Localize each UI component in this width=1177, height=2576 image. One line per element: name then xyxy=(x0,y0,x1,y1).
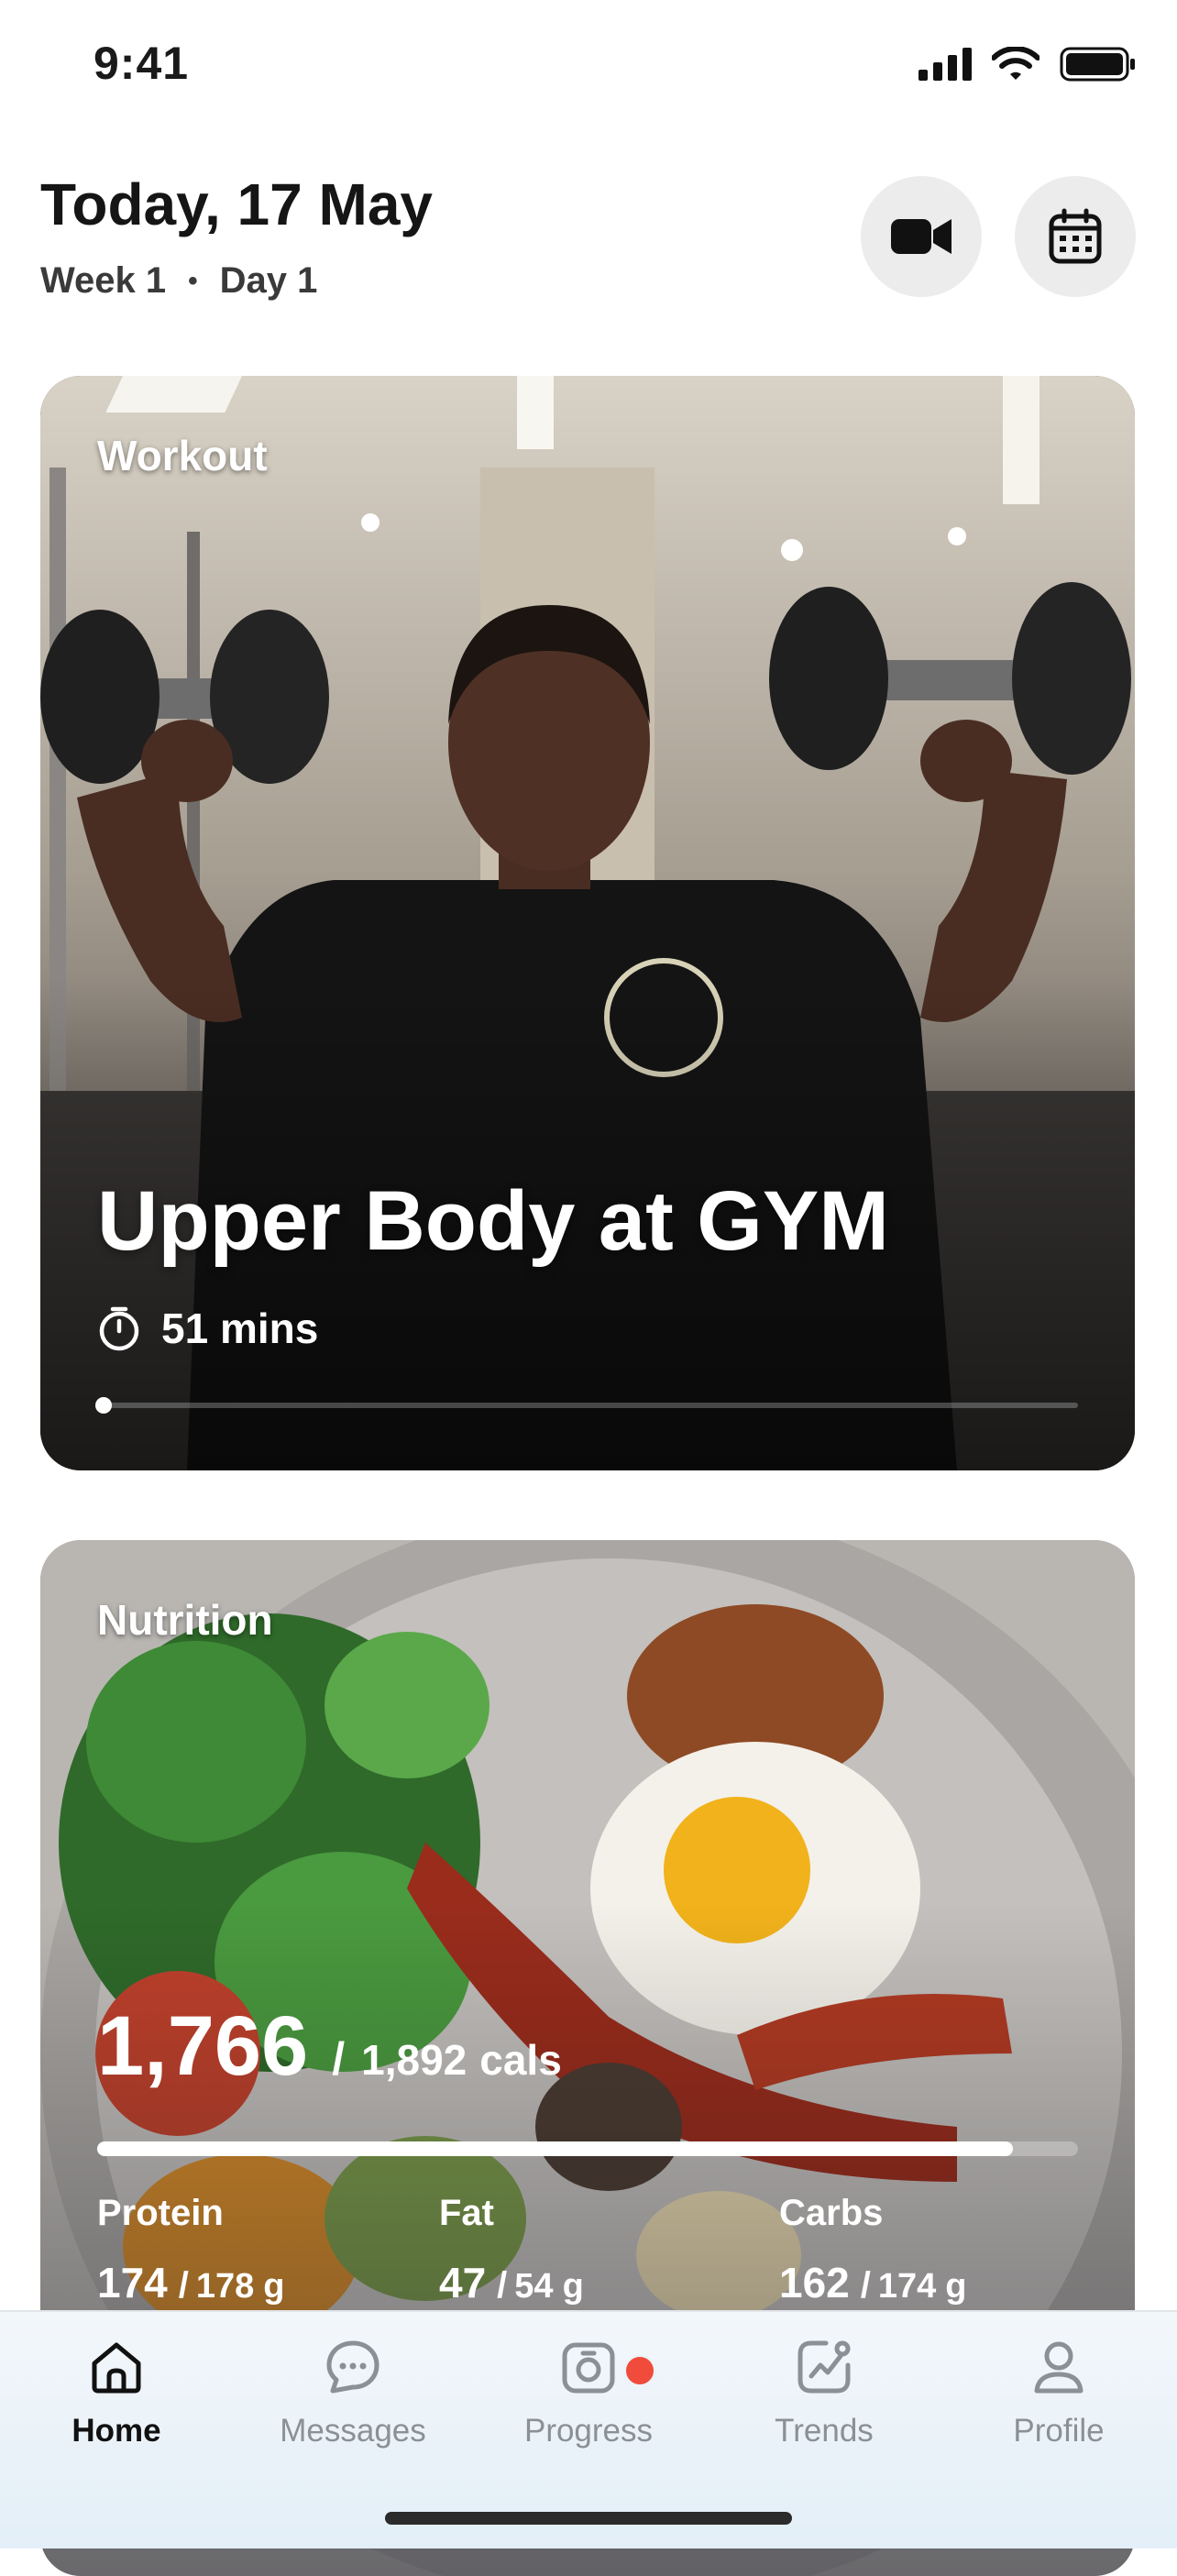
calories-consumed: 1,766 xyxy=(97,1999,309,2093)
nutrition-label: Nutrition xyxy=(97,1596,273,1644)
duration-text: 51 mins xyxy=(161,1305,319,1352)
macro-values: 162 / 174 g xyxy=(779,2258,967,2307)
page-title: Today, 17 May xyxy=(40,171,433,237)
tab-label: Messages xyxy=(280,2413,426,2449)
status-icons xyxy=(918,46,1137,83)
signal-icon xyxy=(918,48,972,81)
wifi-icon xyxy=(992,47,1040,80)
tab-label: Progress xyxy=(523,2413,654,2449)
tab-trends[interactable]: Trends xyxy=(723,2338,925,2449)
home-icon xyxy=(92,2342,141,2394)
tab-messages[interactable]: Messages xyxy=(252,2338,454,2449)
status-time: 9:41 xyxy=(94,38,190,89)
macro-separator: / xyxy=(860,2265,871,2306)
calories-unit: cals xyxy=(479,2036,562,2084)
battery-icon xyxy=(1060,47,1135,82)
day-label: Day 1 xyxy=(219,260,318,301)
macro-fat: Fat 47 / 54 g xyxy=(439,2193,584,2307)
macro-value: 174 xyxy=(97,2259,168,2306)
tab-progress[interactable]: Progress xyxy=(488,2338,689,2449)
calories-progress-bar xyxy=(97,2141,1078,2156)
notification-badge xyxy=(623,2354,656,2387)
macro-separator: / xyxy=(497,2265,508,2306)
workout-card[interactable]: Workout Upper Body at GYM 51 mins xyxy=(40,376,1135,1470)
stopwatch-icon xyxy=(99,1306,139,1351)
macro-label: Carbs xyxy=(779,2193,884,2233)
calendar-button[interactable] xyxy=(1015,176,1136,297)
video-camera-icon xyxy=(891,219,952,254)
macro-value: 47 xyxy=(439,2259,487,2306)
workout-duration: 51 mins xyxy=(97,1304,318,1353)
calories-progress-fill xyxy=(97,2141,1013,2156)
person-icon xyxy=(1034,2341,1084,2394)
week-day-subtitle: Week 1 • Day 1 xyxy=(40,260,317,302)
macro-label: Protein xyxy=(97,2193,224,2233)
workout-label: Workout xyxy=(97,432,268,479)
calories-summary: 1,766 / 1,892 cals xyxy=(97,1998,562,2095)
macro-label: Fat xyxy=(439,2193,494,2233)
workout-progress-knob xyxy=(95,1397,112,1414)
status-bar: 9:41 xyxy=(0,0,1177,128)
trend-chart-icon xyxy=(798,2340,851,2394)
chat-bubble-icon xyxy=(326,2340,380,2394)
workout-progress-bar xyxy=(95,1397,1078,1414)
calendar-icon xyxy=(1049,208,1102,264)
macro-goal: 174 xyxy=(877,2267,937,2306)
tab-label: Trends xyxy=(775,2413,874,2449)
camera-icon xyxy=(562,2342,615,2394)
macro-carbs: Carbs 162 / 174 g xyxy=(779,2193,967,2307)
calories-goal: 1,892 xyxy=(361,2036,468,2084)
workout-title: Upper Body at GYM xyxy=(97,1174,889,1268)
macro-goal: 54 xyxy=(514,2267,554,2306)
macro-unit: g xyxy=(263,2267,285,2306)
calories-separator: / xyxy=(332,2033,346,2085)
home-indicator xyxy=(385,2512,792,2525)
macro-unit: g xyxy=(562,2267,584,2306)
week-label: Week 1 xyxy=(40,260,167,301)
macro-separator: / xyxy=(178,2265,189,2306)
macro-values: 47 / 54 g xyxy=(439,2258,584,2307)
separator-dot: • xyxy=(188,265,198,296)
tab-home[interactable]: Home xyxy=(16,2338,217,2449)
macro-value: 162 xyxy=(779,2259,850,2306)
macro-protein: Protein 174 / 178 g xyxy=(97,2193,285,2307)
tab-label: Profile xyxy=(1013,2413,1105,2449)
macro-values: 174 / 178 g xyxy=(97,2258,285,2307)
tab-label: Home xyxy=(72,2413,161,2449)
macro-unit: g xyxy=(945,2267,967,2306)
tab-profile[interactable]: Profile xyxy=(958,2338,1160,2449)
macro-goal: 178 xyxy=(195,2267,255,2306)
video-button[interactable] xyxy=(861,176,982,297)
